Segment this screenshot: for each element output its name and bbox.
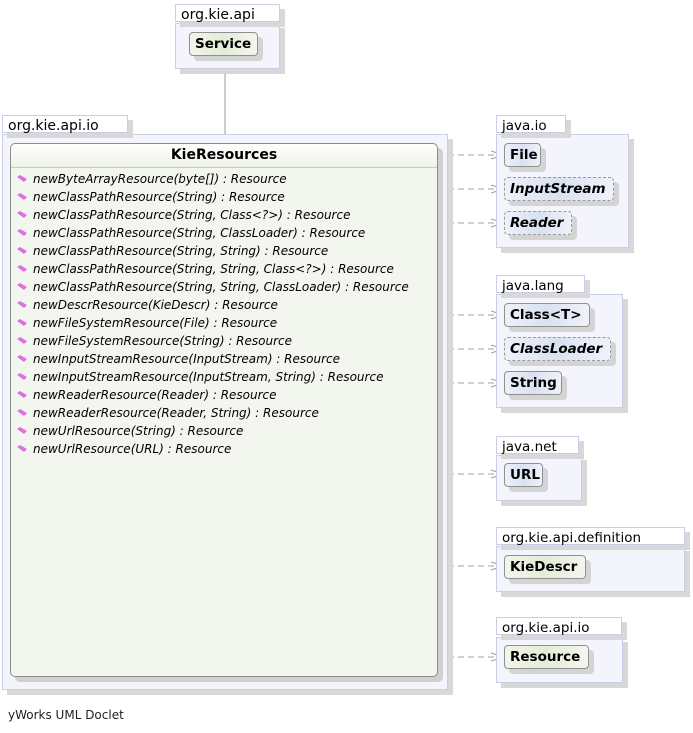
- method-signature: newClassPathResource(String, String, Cla…: [33, 280, 409, 294]
- class-classloader[interactable]: ClassLoader: [504, 337, 611, 361]
- class-class[interactable]: Class<T>: [504, 303, 590, 327]
- method-diamond-icon: [17, 337, 27, 344]
- method-diamond-icon: [17, 301, 27, 308]
- method-item[interactable]: newClassPathResource(String) : Resource: [11, 188, 437, 206]
- package-name: org.kie.api.io: [496, 617, 622, 636]
- method-diamond-icon: [17, 319, 27, 326]
- method-diamond-icon: [17, 283, 27, 290]
- method-item[interactable]: newClassPathResource(String, String) : R…: [11, 242, 437, 260]
- method-diamond-icon: [17, 175, 27, 182]
- method-signature: newInputStreamResource(InputStream) : Re…: [33, 352, 341, 366]
- method-diamond-icon: [17, 193, 27, 200]
- method-diamond-icon: [17, 229, 27, 236]
- method-diamond-icon: [17, 211, 27, 218]
- method-signature: newFileSystemResource(File) : Resource: [33, 316, 278, 330]
- method-signature: newUrlResource(String) : Resource: [33, 424, 244, 438]
- method-item[interactable]: newFileSystemResource(String) : Resource: [11, 332, 437, 350]
- package-name: org.kie.api: [175, 4, 280, 23]
- footer-credit: yWorks UML Doclet: [8, 708, 124, 722]
- package-name: java.lang: [496, 275, 585, 294]
- method-item[interactable]: newByteArrayResource(byte[]) : Resource: [11, 170, 437, 188]
- method-signature: newClassPathResource(String, String, Cla…: [33, 262, 394, 276]
- method-diamond-icon: [17, 265, 27, 272]
- method-diamond-icon: [17, 247, 27, 254]
- method-item[interactable]: newUrlResource(String) : Resource: [11, 422, 437, 440]
- class-url[interactable]: URL: [504, 463, 543, 487]
- method-item[interactable]: newInputStreamResource(InputStream, Stri…: [11, 368, 437, 386]
- class-service[interactable]: Service: [189, 32, 258, 56]
- package-name: java.net: [496, 436, 579, 455]
- class-inputstream[interactable]: InputStream: [504, 177, 614, 201]
- class-name: KieResources: [11, 144, 437, 168]
- method-diamond-icon: [17, 445, 27, 452]
- method-signature: newClassPathResource(String, Class<?>) :…: [33, 208, 351, 222]
- class-kieresources[interactable]: KieResources newByteArrayResource(byte[]…: [10, 143, 438, 677]
- method-signature: newInputStreamResource(InputStream, Stri…: [33, 370, 384, 384]
- method-diamond-icon: [17, 427, 27, 434]
- method-diamond-icon: [17, 391, 27, 398]
- method-signature: newReaderResource(Reader) : Resource: [33, 388, 277, 402]
- method-item[interactable]: newClassPathResource(String, String, Cla…: [11, 278, 437, 296]
- method-signature: newDescrResource(KieDescr) : Resource: [33, 298, 278, 312]
- method-item[interactable]: newClassPathResource(String, Class<?>) :…: [11, 206, 437, 224]
- method-signature: newClassPathResource(String, String) : R…: [33, 244, 329, 258]
- class-string[interactable]: String: [504, 371, 562, 395]
- class-file[interactable]: File: [504, 143, 541, 167]
- method-item[interactable]: newDescrResource(KieDescr) : Resource: [11, 296, 437, 314]
- method-signature: newFileSystemResource(String) : Resource: [33, 334, 293, 348]
- method-diamond-icon: [17, 355, 27, 362]
- method-signature: newReaderResource(Reader, String) : Reso…: [33, 406, 319, 420]
- class-resource[interactable]: Resource: [504, 645, 589, 669]
- method-list: newByteArrayResource(byte[]) : Resource n…: [11, 168, 437, 458]
- method-item[interactable]: newReaderResource(Reader, String) : Reso…: [11, 404, 437, 422]
- method-signature: newClassPathResource(String, ClassLoader…: [33, 226, 366, 240]
- method-item[interactable]: newInputStreamResource(InputStream) : Re…: [11, 350, 437, 368]
- class-reader[interactable]: Reader: [504, 211, 572, 235]
- class-kiedescr[interactable]: KieDescr: [504, 555, 586, 579]
- method-item[interactable]: newUrlResource(URL) : Resource: [11, 440, 437, 458]
- package-name: java.io: [496, 115, 566, 134]
- method-diamond-icon: [17, 409, 27, 416]
- package-name: org.kie.api.io: [2, 115, 128, 134]
- method-item[interactable]: newClassPathResource(String, String, Cla…: [11, 260, 437, 278]
- method-signature: newClassPathResource(String) : Resource: [33, 190, 285, 204]
- method-item[interactable]: newClassPathResource(String, ClassLoader…: [11, 224, 437, 242]
- package-name: org.kie.api.definition: [496, 527, 685, 546]
- method-item[interactable]: newFileSystemResource(File) : Resource: [11, 314, 437, 332]
- method-signature: newUrlResource(URL) : Resource: [33, 442, 232, 456]
- method-diamond-icon: [17, 373, 27, 380]
- method-signature: newByteArrayResource(byte[]) : Resource: [33, 172, 287, 186]
- method-item[interactable]: newReaderResource(Reader) : Resource: [11, 386, 437, 404]
